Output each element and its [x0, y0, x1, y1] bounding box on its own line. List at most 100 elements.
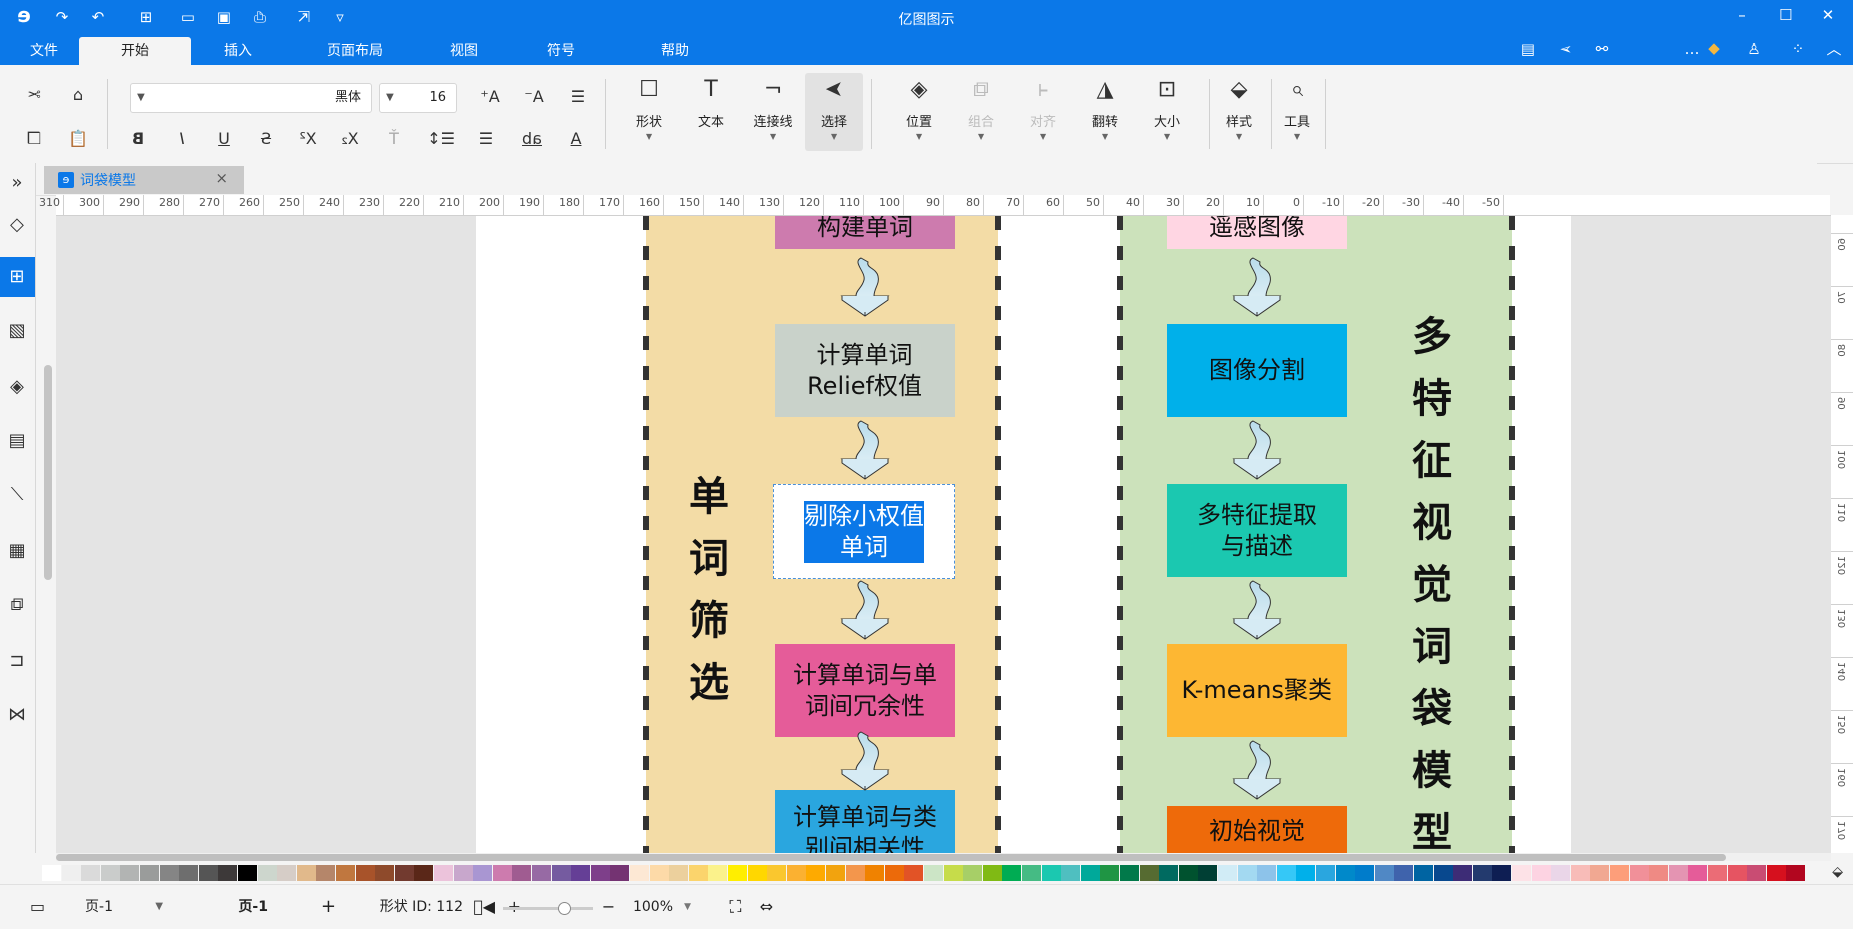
color-swatch[interactable] — [1551, 865, 1571, 881]
size-button[interactable]: ⊡ 大小 ▼ — [1141, 73, 1193, 151]
tab-home[interactable]: 开始 — [79, 37, 191, 65]
color-swatch[interactable] — [1100, 865, 1120, 881]
font-family-select[interactable]: 黑体 ▼ — [130, 83, 372, 113]
color-swatch[interactable] — [845, 865, 865, 881]
color-swatch[interactable] — [1668, 865, 1688, 881]
diagram-page[interactable]: 多 特 征 视 觉 词 袋 模 型 遥感图像 图像分割 多特征提取 与描述 K-… — [476, 216, 1571, 853]
box-word-redundancy[interactable]: 计算单词与单 词间冗余性 — [775, 644, 955, 737]
tab-help[interactable]: 帮助 — [647, 37, 703, 65]
paste-icon[interactable]: 📋 — [65, 127, 91, 151]
align-icon[interactable]: ☰ — [565, 85, 591, 109]
color-swatch[interactable] — [257, 865, 277, 881]
color-swatch[interactable] — [826, 865, 845, 881]
page-icon[interactable]: ▤ — [0, 421, 35, 461]
tools-button[interactable]: ⌕ 工具 ▼ — [1271, 73, 1323, 151]
color-swatch[interactable] — [1610, 865, 1629, 881]
color-swatch[interactable] — [1433, 865, 1453, 881]
tab-page-layout[interactable]: 页面布局 — [313, 37, 397, 65]
color-swatch[interactable] — [277, 865, 297, 881]
document-tab[interactable]: e 词袋模型 × — [44, 166, 244, 194]
color-swatch[interactable] — [551, 865, 571, 881]
color-swatch[interactable] — [198, 865, 218, 881]
color-swatch[interactable] — [963, 865, 983, 881]
customize-icon[interactable]: ▿ — [329, 8, 351, 28]
image-icon[interactable]: ▨ — [0, 311, 35, 351]
color-swatch[interactable] — [943, 865, 963, 881]
open-folder-icon[interactable]: ▭ — [177, 8, 199, 28]
color-swatch[interactable] — [669, 865, 689, 881]
color-swatch[interactable] — [140, 865, 159, 881]
page-panel-icon[interactable]: ▭ — [30, 897, 45, 917]
italic-icon[interactable]: I — [169, 127, 195, 151]
color-swatch[interactable] — [904, 865, 924, 881]
list-icon[interactable]: ☰ — [473, 127, 499, 151]
minimize-icon[interactable]: – — [1731, 6, 1753, 26]
color-swatch[interactable] — [786, 865, 806, 881]
zoom-in-button[interactable]: − — [602, 897, 615, 917]
selected-text[interactable]: 剔除小权值 单词 — [804, 500, 924, 563]
connector-button[interactable]: ⌐ 连接线 ▼ — [747, 73, 799, 151]
align-objects-button[interactable]: ⫞ 对齐 ▼ — [1017, 73, 1069, 151]
color-swatch[interactable] — [100, 865, 120, 881]
color-swatch[interactable] — [1708, 865, 1727, 881]
lane-visual-bow[interactable]: 多 特 征 视 觉 词 袋 模 型 遥感图像 图像分割 多特征提取 与描述 K-… — [1117, 216, 1515, 853]
color-swatch[interactable] — [1570, 865, 1590, 881]
grow-font-icon[interactable]: A⁺ — [477, 85, 503, 109]
color-swatch[interactable] — [1022, 865, 1041, 881]
color-swatch[interactable] — [1178, 865, 1198, 881]
zoom-slider-thumb[interactable] — [558, 902, 571, 915]
tab-insert[interactable]: 插入 — [210, 37, 266, 65]
color-swatch[interactable] — [1374, 865, 1394, 881]
color-swatch[interactable] — [884, 865, 904, 881]
color-swatch[interactable] — [512, 865, 532, 881]
close-icon[interactable]: ✕ — [1817, 6, 1839, 26]
color-swatch[interactable] — [532, 865, 551, 881]
color-swatch[interactable] — [1747, 865, 1767, 881]
more-icon[interactable]: … — [1681, 40, 1703, 60]
color-swatch[interactable] — [179, 865, 199, 881]
color-swatch[interactable] — [316, 865, 336, 881]
color-swatch[interactable] — [806, 865, 826, 881]
print-icon[interactable]: ⎙ — [249, 8, 271, 28]
color-swatch[interactable] — [1394, 865, 1414, 881]
color-swatch[interactable] — [1414, 865, 1433, 881]
new-file-icon[interactable]: ⊞ — [135, 8, 157, 28]
color-swatch[interactable] — [767, 865, 787, 881]
color-swatch[interactable] — [1492, 865, 1512, 881]
color-swatch[interactable] — [218, 865, 238, 881]
font-color-icon[interactable]: A — [563, 127, 589, 151]
color-swatch[interactable] — [1355, 865, 1375, 881]
color-swatch[interactable] — [728, 865, 747, 881]
superscript-icon[interactable]: X² — [295, 127, 321, 151]
color-swatch[interactable] — [1276, 865, 1296, 881]
color-swatch[interactable] — [649, 865, 669, 881]
color-swatch[interactable] — [394, 865, 414, 881]
flip-button[interactable]: ◭ 翻转 ▼ — [1079, 73, 1131, 151]
horizontal-scrollbar[interactable] — [56, 853, 1831, 861]
color-swatch[interactable] — [1727, 865, 1747, 881]
color-swatch[interactable] — [1139, 865, 1159, 881]
color-swatch[interactable] — [1080, 865, 1100, 881]
color-swatch[interactable] — [1198, 865, 1218, 881]
color-swatch[interactable] — [1649, 865, 1669, 881]
color-swatch[interactable] — [747, 865, 767, 881]
zoom-slider[interactable] — [503, 902, 593, 915]
outline-icon[interactable]: ⊏ — [0, 641, 35, 681]
subscript-icon[interactable]: X₂ — [337, 127, 363, 151]
color-swatch[interactable] — [610, 865, 630, 881]
color-swatch[interactable] — [1335, 865, 1355, 881]
box-image-segmentation[interactable]: 图像分割 — [1167, 324, 1347, 417]
maximize-icon[interactable]: ☐ — [1775, 6, 1797, 26]
color-swatch[interactable] — [296, 865, 316, 881]
edraw-logo-icon[interactable]: e — [13, 3, 35, 27]
color-swatch[interactable] — [81, 865, 101, 881]
tab-symbol[interactable]: 符号 — [533, 37, 589, 65]
color-swatch[interactable] — [1766, 865, 1786, 881]
layers-icon[interactable]: ◈ — [0, 367, 35, 407]
line-spacing-icon[interactable]: ☰↕ — [427, 127, 455, 151]
color-swatch[interactable] — [1218, 865, 1237, 881]
tab-file[interactable]: 文件 — [16, 37, 72, 65]
select-button[interactable]: ➤ 选择 ▼ — [805, 73, 863, 151]
color-swatch[interactable] — [1159, 865, 1179, 881]
theme-icon[interactable]: ♙ — [1743, 40, 1765, 60]
